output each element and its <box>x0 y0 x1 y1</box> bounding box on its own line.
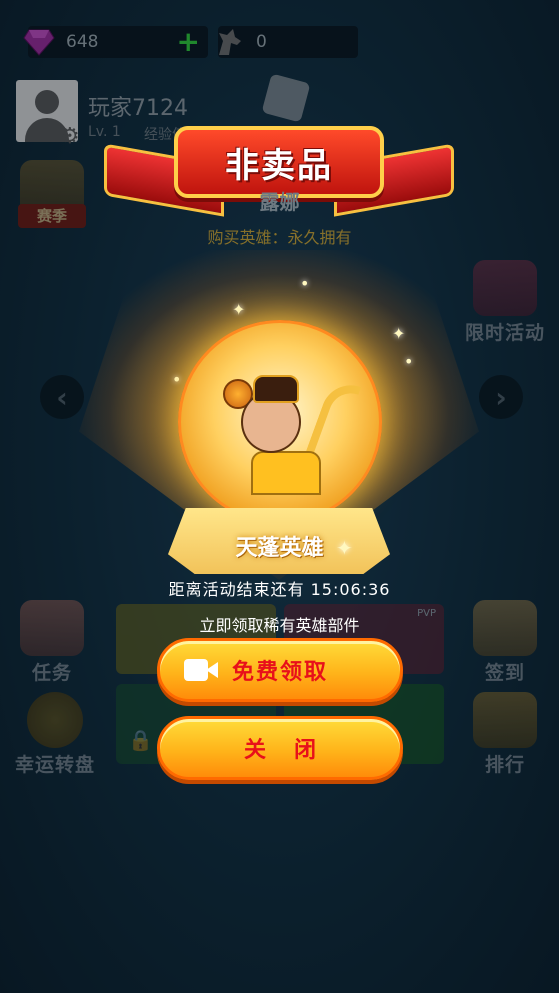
hero-title: 天蓬英雄 <box>235 536 324 561</box>
sparkle-icon: • <box>172 370 182 389</box>
close-button[interactable]: 关闭 <box>157 716 403 780</box>
sparkle-icon: ✦ <box>392 324 406 343</box>
countdown-label: 距离活动结束还有 <box>168 580 305 599</box>
sparkle-icon: • <box>300 274 310 293</box>
free-claim-button[interactable]: 免费领取 <box>157 638 403 702</box>
promo-text: 立即领取稀有英雄部件 <box>199 616 360 635</box>
banner-title: 非卖品 <box>225 145 333 186</box>
countdown-timer: 15:06:36 <box>310 580 391 599</box>
free-claim-label: 免费领取 <box>231 660 328 685</box>
countdown: 距离活动结束还有 15:06:36 <box>0 576 559 600</box>
hero-name: 露娜 <box>259 190 300 214</box>
hero-figure <box>223 369 362 499</box>
close-label: 关闭 <box>243 738 344 763</box>
hero-portrait <box>178 320 382 524</box>
hero-purchase-note: 购买英雄：永久拥有 <box>207 228 352 247</box>
video-icon <box>184 655 220 685</box>
sparkle-icon: • <box>404 352 414 371</box>
sparkle-icon: ✦ <box>336 536 353 560</box>
sparkle-icon: ✦ <box>232 300 246 319</box>
